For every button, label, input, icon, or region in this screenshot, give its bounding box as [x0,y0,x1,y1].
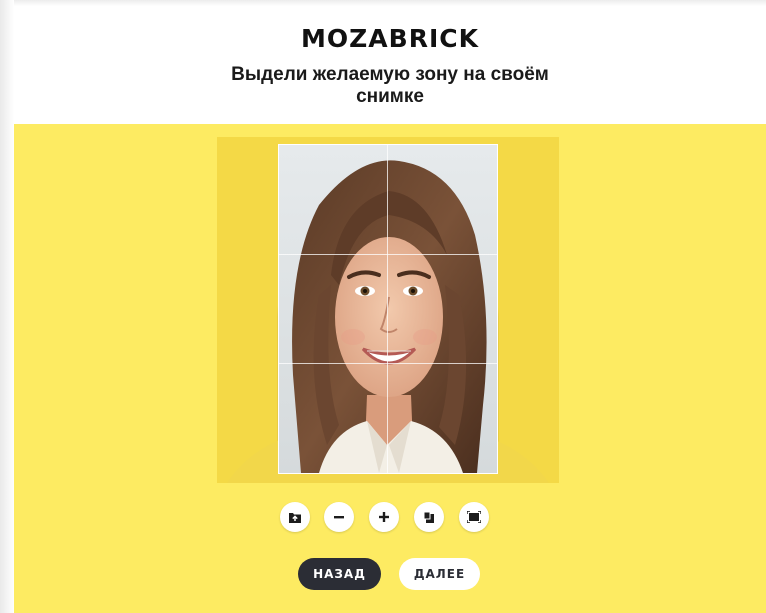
crop-grid-vertical-line [387,145,388,473]
zoom-out-button[interactable] [324,502,354,532]
image-canvas[interactable] [217,137,559,483]
back-button[interactable]: НАЗАД [298,558,381,590]
crop-area[interactable] [278,144,498,474]
logo-text: MOZABRICK [301,24,479,53]
folder-upload-icon [289,512,301,523]
plus-icon [379,512,389,522]
editor-workspace: НАЗАД ДАЛЕЕ [14,124,766,613]
zoom-in-button[interactable] [369,502,399,532]
header: MOZABRICK Выдели желаемую зону на своём … [14,6,766,124]
fit-frame-button[interactable] [459,502,489,532]
frame-fit-icon [467,511,481,523]
upload-photo-button[interactable] [280,502,310,532]
brand-logo[interactable]: MOZABRICK [14,24,766,53]
rotate-icon [423,511,434,523]
crop-grid-horizontal-line [279,254,497,255]
page-title: Выдели желаемую зону на своём снимке [231,64,549,107]
portrait-photo [279,145,497,473]
next-button[interactable]: ДАЛЕЕ [399,558,480,590]
window-left-edge [0,0,14,613]
rotate-button[interactable] [414,502,444,532]
minus-icon [334,516,344,519]
app-window: MOZABRICK Выдели желаемую зону на своём … [0,0,766,613]
crop-grid-horizontal-line [279,363,497,364]
